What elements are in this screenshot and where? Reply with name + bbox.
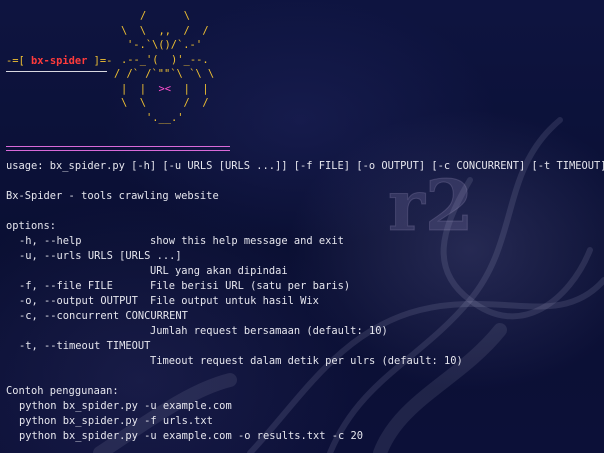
spider-art-line: \ \ ,, / / bbox=[121, 25, 209, 37]
option-desc-timeout: Timeout request dalam detik per ulrs (de… bbox=[150, 355, 463, 367]
spider-eyes: >< bbox=[158, 83, 172, 95]
banner-bracket-left: -=[ bbox=[6, 55, 25, 67]
separator-line bbox=[6, 150, 230, 151]
option-flag-urls: -u, --urls URLS [URLS ...] bbox=[19, 250, 182, 262]
options-header: options: bbox=[6, 220, 57, 232]
example-command: python bx_spider.py -f urls.txt bbox=[19, 415, 213, 427]
option-flag-concurrent: -c, --concurrent CONCURRENT bbox=[19, 310, 188, 322]
option-flag-output: -o, --output OUTPUT bbox=[19, 295, 138, 307]
option-desc-file: File berisi URL (satu per baris) bbox=[150, 280, 351, 292]
banner-bracket-right: ]=- bbox=[93, 55, 113, 67]
spider-art-line: \ \ / / bbox=[121, 97, 209, 109]
banner-underline bbox=[6, 71, 107, 72]
example-command: python bx_spider.py -u example.com bbox=[19, 400, 232, 412]
option-flag-help: -h, --help bbox=[19, 235, 82, 247]
option-desc-urls: URL yang akan dipindai bbox=[150, 265, 288, 277]
description-line: Bx-Spider - tools crawling website bbox=[6, 190, 219, 202]
spider-art-line: / /` /`""`\ `\ \ bbox=[114, 68, 215, 80]
option-desc-help: show this help message and exit bbox=[150, 235, 344, 247]
spider-art-line: .--_'( )'_--. bbox=[121, 54, 209, 66]
example-command: python bx_spider.py -u example.com -o re… bbox=[19, 430, 364, 442]
option-flag-file: -f, --file FILE bbox=[19, 280, 113, 292]
examples-header: Contoh penggunaan: bbox=[6, 385, 119, 397]
separator-line bbox=[6, 146, 230, 147]
usage-line: usage: bx_spider.py [-h] [-u URLS [URLS … bbox=[6, 160, 604, 172]
banner-title: bx-spider bbox=[31, 55, 88, 67]
spider-art-line: | | >< | | bbox=[121, 83, 209, 95]
spider-art-line: / \ bbox=[140, 10, 191, 22]
option-desc-output: File output untuk hasil Wix bbox=[150, 295, 319, 307]
terminal-output: -=[ bx-spider ]=- / \ \ \ ,, / / '-.`\()… bbox=[0, 0, 604, 453]
option-flag-timeout: -t, --timeout TIMEOUT bbox=[19, 340, 151, 352]
spider-art-line: '-.`\()/`.-' bbox=[127, 39, 203, 51]
banner: -=[ bx-spider ]=- bbox=[6, 54, 112, 69]
option-desc-concurrent: Jumlah request bersamaan (default: 10) bbox=[150, 325, 388, 337]
spider-art-line: '.__.' bbox=[146, 112, 184, 124]
